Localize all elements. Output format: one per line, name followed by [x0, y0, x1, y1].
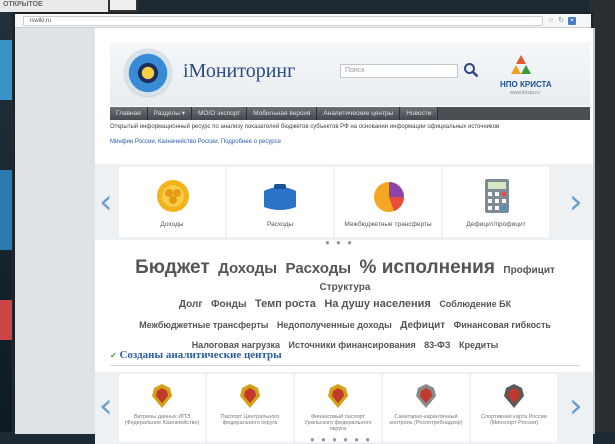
carousel-next-icon[interactable]: › — [569, 182, 583, 222]
site-header: iМониторинг Поиск НПО КРИСТА www.krista.… — [110, 42, 590, 106]
bullet-icon: ✓ — [110, 351, 117, 360]
tag-link[interactable]: Расходы — [286, 261, 352, 277]
card-label: Спортивная карта России (Минспорт России… — [481, 414, 547, 427]
tag-link[interactable]: Недополученные доходы — [277, 320, 392, 330]
carousel2-prev-icon[interactable]: ‹ — [99, 386, 113, 426]
address-bar[interactable]: iswiki.ru — [23, 16, 543, 26]
eagle-emblem-icon — [152, 384, 172, 408]
tag-link[interactable]: Финансовая гибкость — [454, 320, 551, 330]
site-logo-text[interactable]: iМониторинг — [183, 60, 295, 83]
carousel-pagination[interactable]: ● ● ● — [325, 238, 354, 247]
tag-link[interactable]: Доходы — [218, 261, 277, 277]
partner-url[interactable]: www.krista.ru — [510, 90, 540, 96]
nav-item-home[interactable]: Главная — [110, 107, 148, 120]
calculator-icon — [485, 179, 509, 213]
star-icon[interactable]: ☆ — [547, 17, 555, 25]
card-label: Паспорт Центрального федерального округа — [220, 414, 280, 427]
topic-card-expenses[interactable]: Расходы — [227, 167, 333, 237]
browser-window: iswiki.ru ☆ ↻ ▪ iМониторинг Поиск НПО КР… — [13, 12, 595, 444]
carousel-prev-icon[interactable]: ‹ — [99, 182, 113, 222]
tag-link[interactable]: % исполнения — [360, 258, 495, 278]
krista-logo-icon[interactable] — [510, 54, 532, 76]
tag-link[interactable]: Бюджет — [135, 258, 210, 278]
site-description: Открытый информационный ресурс по анализ… — [110, 124, 500, 130]
main-navigation: Главная Разделы ▾ МО/О экспорт Мобильная… — [110, 107, 590, 120]
carousel2-pagination[interactable]: ● ● ● ● ● ● — [310, 435, 372, 444]
background-window-tab — [108, 0, 138, 12]
tag-link[interactable]: Межбюджетные трансферты — [139, 320, 268, 330]
page-margin-right — [593, 28, 595, 434]
analytic-centers-carousel: ‹ Витрины данных ИПЭ (Федеральное Казнач… — [95, 372, 593, 444]
section-title: ✓ Созданы аналитические центры — [110, 349, 580, 366]
section-title-text: Созданы аналитические центры — [119, 349, 282, 361]
eye-logo-icon[interactable] — [125, 50, 171, 96]
url-text: iswiki.ru — [30, 18, 52, 24]
topic-card-income[interactable]: Доходы — [119, 167, 225, 237]
eagle-emblem-icon — [240, 384, 260, 408]
tag-row: Межбюджетные трансферты Недополученные д… — [105, 316, 585, 333]
topics-carousel: ‹ Доходы Расходы Межбюджетные трансферты… — [95, 164, 593, 240]
page-margin-left — [15, 28, 95, 434]
tag-row: Долг Фонды Темп роста На душу населения … — [105, 295, 585, 312]
wallet-icon — [264, 184, 296, 210]
nav-item-mobile[interactable]: Мобильная версия — [247, 107, 318, 120]
tag-link[interactable]: Профицит — [503, 265, 555, 277]
browser-toolbar: iswiki.ru ☆ ↻ ▪ — [15, 14, 591, 28]
extension-icon[interactable]: ▪ — [568, 17, 576, 25]
eagle-emblem-icon — [504, 384, 524, 408]
card-label: Дефицит/профицит — [466, 221, 526, 228]
card-label: Финансовый паспорт Уральского федерально… — [304, 414, 372, 433]
topic-card-deficit[interactable]: Дефицит/профицит — [443, 167, 549, 237]
search-input[interactable]: Поиск — [340, 64, 458, 78]
tag-link[interactable]: Структура — [320, 282, 371, 294]
pie-chart-icon — [374, 182, 404, 212]
nav-item-sections[interactable]: Разделы ▾ — [147, 107, 192, 120]
card-label: Витрины данных ИПЭ (Федеральное Казначей… — [124, 414, 200, 427]
card-label: Санитарно-карантинный контроль (Роспотре… — [389, 414, 463, 427]
card-label: Расходы — [266, 221, 294, 228]
carousel2-next-icon[interactable]: › — [569, 386, 583, 426]
sources-link[interactable]: Минфин России, Казначейство России. Подр… — [110, 139, 590, 145]
tag-row: Бюджет Доходы Расходы % исполнения Профи… — [105, 258, 585, 295]
nav-item-export[interactable]: МО/О экспорт — [191, 107, 248, 120]
card-label: Межбюджетные трансферты — [344, 221, 432, 228]
eagle-emblem-icon — [328, 384, 348, 408]
tag-link[interactable]: Долг — [179, 299, 203, 311]
tag-link[interactable]: Фонды — [211, 299, 247, 311]
tag-link[interactable]: Дефицит — [400, 320, 445, 332]
nav-item-news[interactable]: Новости — [400, 107, 439, 120]
eagle-emblem-icon — [416, 384, 436, 408]
desktop-background-left — [0, 0, 12, 432]
reload-icon[interactable]: ↻ — [557, 17, 565, 25]
web-page: iМониторинг Поиск НПО КРИСТА www.krista.… — [95, 28, 593, 444]
card-label: Доходы — [160, 221, 184, 228]
tag-cloud: Бюджет Доходы Расходы % исполнения Профи… — [105, 258, 585, 353]
search-icon[interactable] — [463, 62, 479, 78]
tag-link[interactable]: Соблюдение БК — [439, 299, 511, 309]
tag-link[interactable]: Темп роста — [255, 298, 316, 311]
nav-item-analytic-centers[interactable]: Аналитические центры — [317, 107, 401, 120]
partner-name[interactable]: НПО КРИСТА — [500, 80, 552, 89]
tag-link[interactable]: На душу населения — [324, 298, 430, 311]
topic-card-transfers[interactable]: Межбюджетные трансферты — [335, 167, 441, 237]
coins-icon — [157, 180, 189, 212]
